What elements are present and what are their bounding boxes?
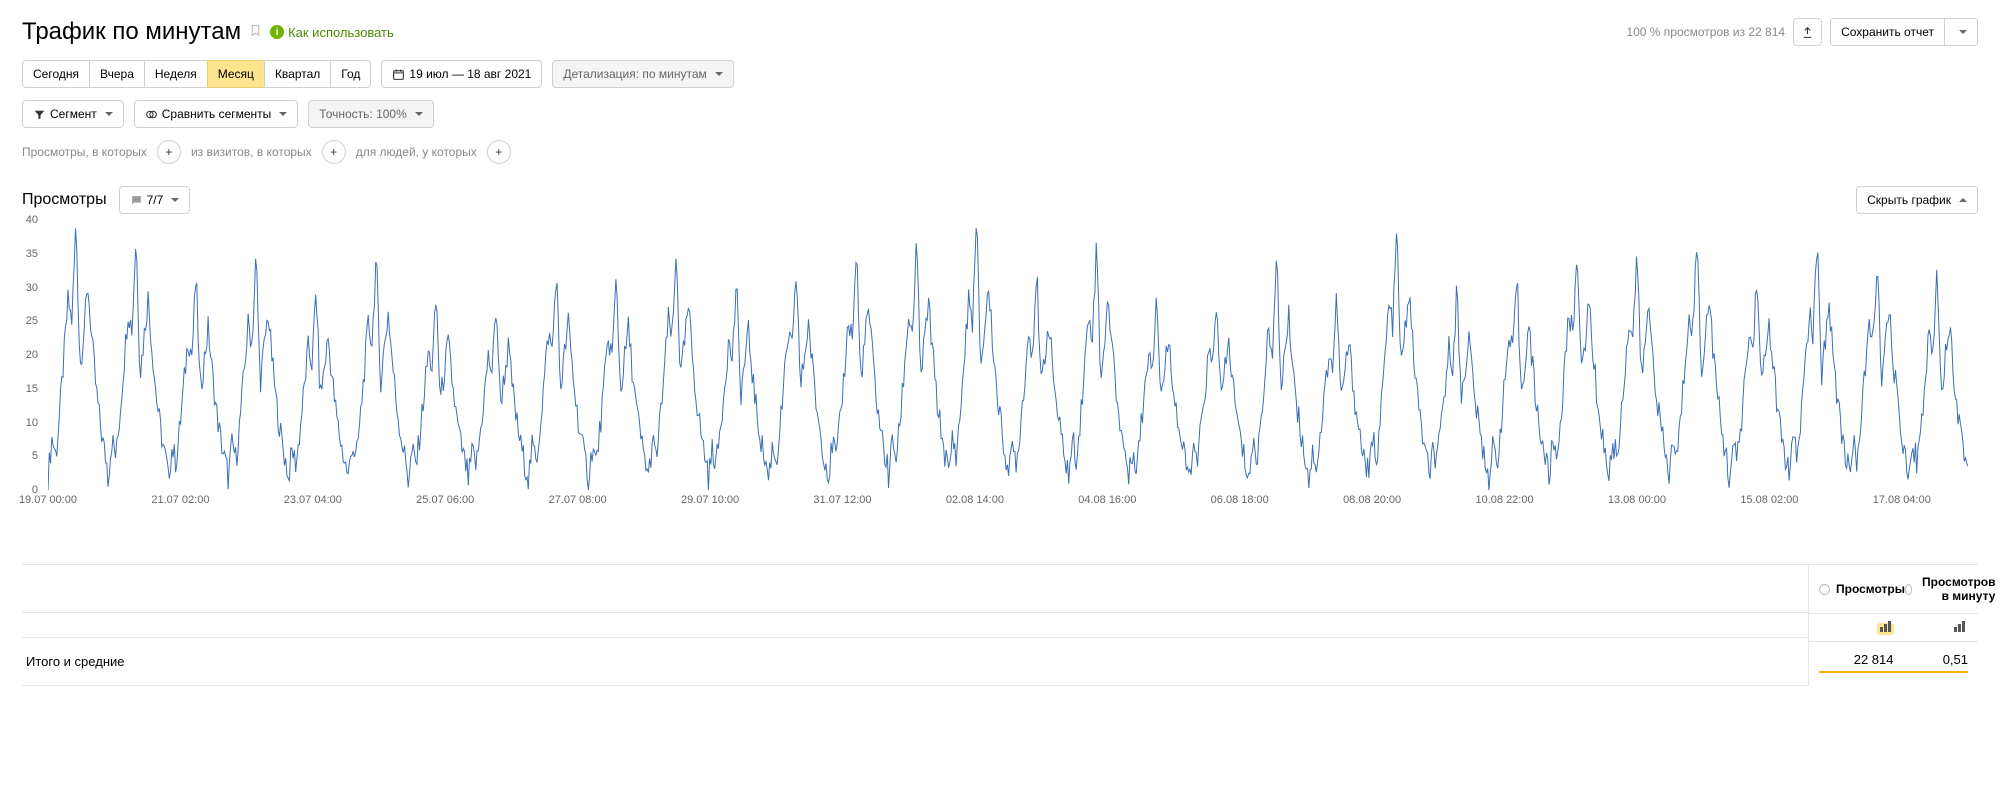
page-title: Трафик по минутам <box>22 18 241 46</box>
views-title: Просмотры <box>22 191 107 209</box>
chart-x-axis: 19.07 00:0021.07 02:0023.07 04:0025.07 0… <box>48 518 1968 534</box>
col-per-minute-header[interactable]: Просмотров в минуту <box>1905 575 1995 603</box>
views-info: 100 % просмотров из 22 814 <box>1626 25 1785 39</box>
bookmark-icon[interactable] <box>249 24 262 40</box>
title-group: Трафик по минутам i Как использовать <box>22 18 394 46</box>
radio-icon <box>1905 584 1912 595</box>
segment-toolbar: Сегмент Сравнить сегменты Точность: 100% <box>22 100 1978 128</box>
bar-chart-icon[interactable] <box>1877 623 1894 635</box>
save-report-group: Сохранить отчет <box>1830 18 1978 46</box>
date-range-picker[interactable]: 19 июл — 18 авг 2021 <box>381 60 542 88</box>
hide-chart-button[interactable]: Скрыть график <box>1856 186 1978 214</box>
segment-dropdown[interactable]: Сегмент <box>22 100 124 128</box>
period-month[interactable]: Месяц <box>207 60 265 88</box>
views-header: Просмотры 7/7 Скрыть график <box>22 186 1978 214</box>
save-report-button[interactable]: Сохранить отчет <box>1830 18 1945 46</box>
filter-label-people: для людей, у которых <box>356 145 477 159</box>
how-to-use-link[interactable]: i Как использовать <box>270 25 394 40</box>
period-quarter[interactable]: Квартал <box>264 60 331 88</box>
col-views-header[interactable]: Просмотры <box>1819 575 1905 603</box>
filter-label-views: Просмотры, в которых <box>22 145 147 159</box>
compare-segments-dropdown[interactable]: Сравнить сегменты <box>134 100 299 128</box>
page-header: Трафик по минутам i Как использовать 100… <box>22 18 1978 46</box>
filter-label-visits: из визитов, в которых <box>191 145 312 159</box>
bar-chart-icon[interactable] <box>1951 623 1968 635</box>
filters-row: Просмотры, в которых + из визитов, в кот… <box>22 140 1978 164</box>
total-views-value: 22 814 <box>1819 652 1894 673</box>
add-views-filter[interactable]: + <box>157 140 181 164</box>
period-toolbar: Сегодня Вчера Неделя Месяц Квартал Год 1… <box>22 60 1978 88</box>
period-week[interactable]: Неделя <box>144 60 208 88</box>
period-today[interactable]: Сегодня <box>22 60 90 88</box>
header-actions: 100 % просмотров из 22 814 Сохранить отч… <box>1626 18 1978 46</box>
radio-icon <box>1819 584 1830 595</box>
accuracy-dropdown[interactable]: Точность: 100% <box>308 100 433 128</box>
traffic-chart[interactable]: 0510152025303540 <box>48 220 1968 490</box>
per-minute-value: 0,51 <box>1894 652 1969 673</box>
info-icon: i <box>270 25 284 39</box>
share-button[interactable] <box>1793 18 1822 46</box>
period-yesterday[interactable]: Вчера <box>89 60 145 88</box>
summary-table: Итого и средние Просмотры Просмотров в м… <box>22 564 1978 686</box>
total-row-label: Итого и средние <box>22 638 1808 686</box>
add-people-filter[interactable]: + <box>487 140 511 164</box>
save-report-dropdown[interactable] <box>1944 18 1978 46</box>
add-visits-filter[interactable]: + <box>322 140 346 164</box>
period-year[interactable]: Год <box>330 60 371 88</box>
detail-dropdown[interactable]: Детализация: по минутам <box>552 60 733 88</box>
views-counter[interactable]: 7/7 <box>119 186 191 214</box>
period-buttons: Сегодня Вчера Неделя Месяц Квартал Год <box>22 60 371 88</box>
